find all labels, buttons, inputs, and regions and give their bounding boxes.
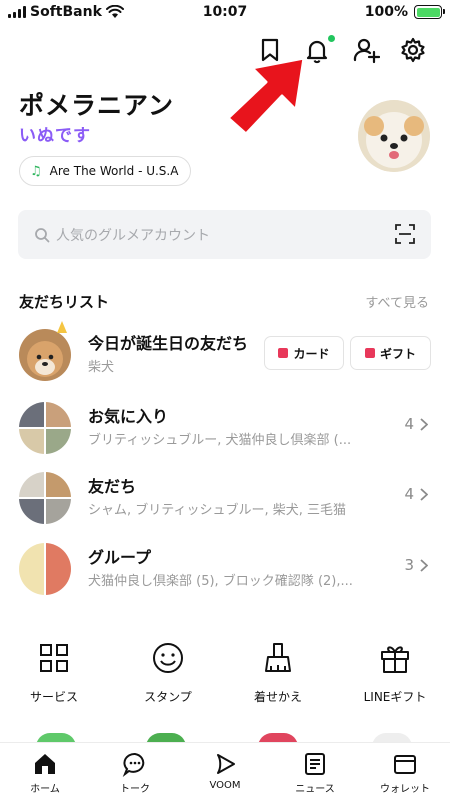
friends-row[interactable]: 友だち シャム, ブリティッシュブルー, 柴犬, 三毛猫 4 [0, 463, 450, 529]
voom-icon [217, 754, 235, 774]
row-title: グループ [88, 548, 152, 567]
tab-voom[interactable]: VOOM [180, 751, 270, 791]
search-bar[interactable]: 人気のグルメアカウント [18, 210, 431, 259]
grid-icon [40, 644, 68, 672]
birthday-title: 今日が誕生日の友だち [88, 334, 249, 353]
tab-talk[interactable]: トーク [90, 751, 180, 795]
service-label: LINEギフト [363, 690, 427, 704]
tab-news[interactable]: ニュース [270, 751, 360, 795]
smile-icon [153, 643, 183, 673]
pointer-arrow-icon [226, 56, 306, 136]
card-button[interactable]: カード [264, 336, 344, 370]
tab-wallet[interactable]: ウォレット [360, 751, 450, 795]
tab-label: ホーム [30, 784, 60, 795]
tab-label: VOOM [209, 780, 241, 791]
row-count: 4 [404, 485, 428, 503]
service-label: スタンプ [144, 690, 192, 704]
card-button-label: カード [293, 346, 330, 361]
gift-button-label: ギフト [379, 346, 416, 361]
battery-percent: 100% [364, 4, 408, 20]
status-bar: SoftBank 10:07 100% [0, 0, 450, 26]
profile-music-pill[interactable]: ♫ Are The World - U.S.A [19, 156, 191, 186]
row-title: お気に入り [88, 407, 169, 426]
pomeranian-photo [358, 100, 430, 172]
row-count: 3 [404, 556, 428, 574]
group-avatar [19, 543, 71, 595]
service-line-gift[interactable]: LINEギフト [350, 640, 440, 705]
tab-home[interactable]: ホーム [0, 751, 90, 795]
tab-label: ウォレット [380, 784, 430, 795]
profile-avatar[interactable] [358, 100, 430, 172]
gift-button[interactable]: ギフト [350, 336, 431, 370]
search-icon [35, 227, 50, 242]
home-icon [35, 754, 55, 774]
row-subtitle: 犬猫仲良し倶楽部 (5), ブロック確認隊 (2),... [88, 574, 353, 589]
battery-info: 100% [364, 4, 445, 20]
chevron-right-icon [420, 487, 428, 501]
search-placeholder: 人気のグルメアカウント [56, 227, 210, 244]
add-friend-icon[interactable] [352, 36, 380, 64]
row-title: 友だち [88, 477, 137, 496]
service-label: 着せかえ [253, 690, 302, 704]
birthday-friend-name: 柴犬 [88, 360, 115, 375]
gift-icon [381, 646, 409, 673]
chevron-right-icon [420, 558, 428, 572]
battery-icon [414, 5, 445, 19]
count-value: 4 [404, 485, 414, 503]
chat-icon [122, 753, 145, 777]
chevron-right-icon [420, 417, 428, 431]
groups-row[interactable]: グループ 犬猫仲良し倶楽部 (5), ブロック確認隊 (2),... 3 [0, 534, 450, 600]
profile-name[interactable]: ポメラニアン [19, 86, 174, 122]
service-stamps[interactable]: スタンプ [123, 640, 213, 705]
count-value: 3 [404, 556, 414, 574]
service-themes[interactable]: 着せかえ [233, 640, 323, 705]
music-title: Are The World - U.S.A [49, 164, 179, 178]
service-label: サービス [29, 690, 78, 704]
row-subtitle: シャム, ブリティッシュブルー, 柴犬, 三毛猫 [88, 503, 347, 518]
music-note-icon: ♫ [30, 163, 42, 179]
group-avatar [19, 472, 71, 524]
count-value: 4 [404, 415, 414, 433]
envelope-icon [278, 348, 289, 358]
service-services[interactable]: サービス [9, 640, 99, 705]
tab-label: トーク [120, 784, 150, 795]
qr-scan-icon[interactable] [395, 224, 415, 244]
news-icon [305, 753, 325, 775]
tab-label: ニュース [295, 784, 335, 795]
see-all-link[interactable]: すべて見る [365, 292, 429, 311]
group-avatar [19, 402, 71, 454]
gear-icon[interactable] [399, 36, 427, 64]
status-message[interactable]: いぬです [19, 121, 91, 146]
friend-list-title: 友だちリスト [19, 293, 110, 311]
row-count: 4 [404, 415, 428, 433]
party-hat-icon [57, 321, 67, 333]
wallet-icon [394, 755, 416, 774]
present-icon [364, 348, 375, 358]
brush-icon [265, 643, 291, 672]
notification-dot [328, 35, 335, 42]
avatar [19, 329, 71, 381]
bottom-tab-bar: ホーム トーク VOOM ニュース ウォレット [0, 742, 450, 800]
row-subtitle: ブリティッシュブルー, 犬猫仲良し倶楽部 (... [88, 433, 352, 448]
favorites-row[interactable]: お気に入り ブリティッシュブルー, 犬猫仲良し倶楽部 (... 4 [0, 393, 450, 459]
